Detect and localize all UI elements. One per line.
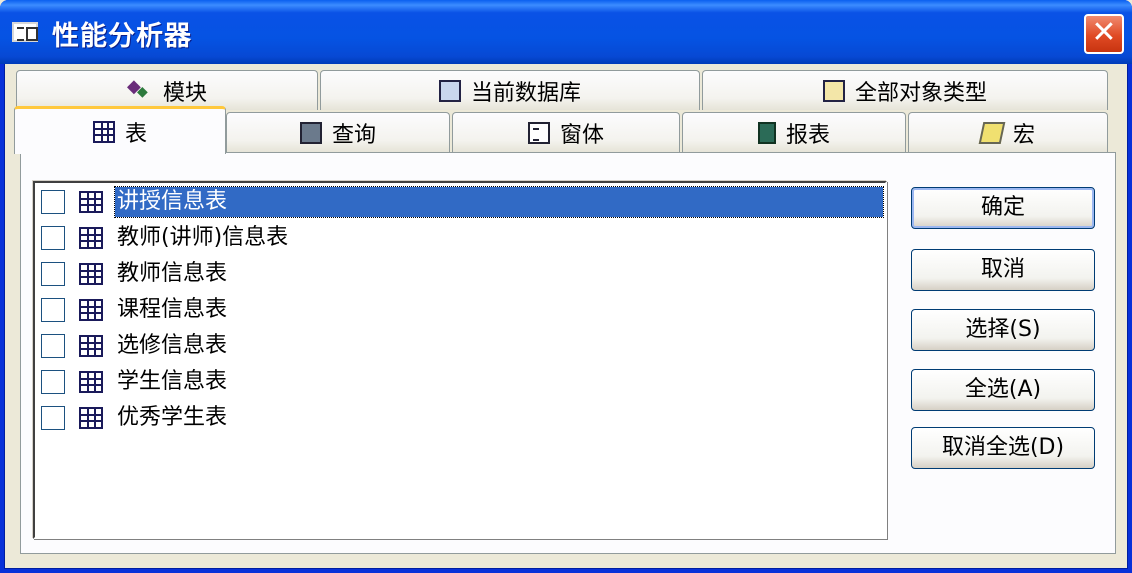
checkbox[interactable]: [41, 370, 65, 394]
database-icon: [438, 79, 461, 102]
tab-reports[interactable]: 报表: [682, 112, 906, 152]
close-button[interactable]: ✕: [1084, 14, 1124, 54]
list-item[interactable]: 学生信息表: [39, 365, 883, 399]
list-item[interactable]: 讲授信息表: [39, 185, 884, 219]
table-icon: [79, 299, 103, 321]
checkbox[interactable]: [41, 226, 65, 250]
tab-label: 查询: [331, 122, 376, 148]
macro-icon: [978, 121, 1006, 144]
list-item[interactable]: 课程信息表: [39, 293, 883, 327]
select-button[interactable]: 选择(S): [911, 309, 1095, 351]
tab-label: 报表: [785, 122, 830, 148]
ok-button[interactable]: 确定: [911, 187, 1095, 229]
tab-macros[interactable]: 宏: [908, 112, 1108, 152]
list-item-label: 课程信息表: [117, 297, 228, 322]
select-all-button[interactable]: 全选(A): [911, 369, 1095, 411]
report-icon: [757, 121, 776, 144]
table-icon: [79, 407, 103, 429]
tab-label: 当前数据库: [470, 80, 581, 106]
table-icon: [79, 263, 103, 285]
window-title: 性能分析器: [52, 21, 192, 52]
performance-analyzer-window: 性能分析器 ✕ 模块 当前数据库 全部对象类型 表 查询 窗体 报表 宏: [0, 0, 1132, 573]
table-icon: [79, 191, 103, 213]
checkbox[interactable]: [41, 298, 65, 322]
object-list[interactable]: 讲授信息表 教师(讲师)信息表 教师信息表 课程信息表 选修信息表 学生信息表 …: [33, 181, 887, 539]
checkbox[interactable]: [41, 190, 65, 214]
query-icon: [299, 121, 322, 144]
tab-queries[interactable]: 查询: [226, 112, 450, 152]
tab-label: 宏: [1012, 122, 1035, 148]
tab-all-object-types[interactable]: 全部对象类型: [702, 70, 1108, 110]
table-icon: [79, 227, 103, 249]
list-item[interactable]: 教师信息表: [39, 257, 883, 291]
table-icon: [79, 335, 103, 357]
deselect-all-button[interactable]: 取消全选(D): [911, 427, 1095, 469]
tab-forms[interactable]: 窗体: [452, 112, 680, 152]
form-icon: [527, 121, 550, 144]
tab-tables[interactable]: 表: [14, 106, 226, 154]
tab-label: 模块: [162, 80, 207, 106]
form-icon: [12, 22, 38, 42]
list-item-label: 教师信息表: [117, 261, 228, 286]
module-icon: [127, 76, 153, 102]
tab-module[interactable]: 模块: [16, 70, 318, 110]
tab-label: 全部对象类型: [854, 80, 987, 106]
checkbox[interactable]: [41, 334, 65, 358]
checkbox[interactable]: [41, 262, 65, 286]
table-icon: [79, 371, 103, 393]
tab-label: 窗体: [559, 122, 604, 148]
list-item-label: 选修信息表: [117, 333, 228, 358]
table-icon: [92, 120, 115, 143]
list-item-label: 讲授信息表: [114, 186, 884, 218]
cancel-button[interactable]: 取消: [911, 249, 1095, 291]
checkbox[interactable]: [41, 406, 65, 430]
list-item[interactable]: 优秀学生表: [39, 401, 883, 435]
all-objects-icon: [822, 79, 845, 102]
tab-current-database[interactable]: 当前数据库: [320, 70, 700, 110]
list-item[interactable]: 教师(讲师)信息表: [39, 221, 883, 255]
list-item-label: 学生信息表: [117, 369, 228, 394]
title-bar[interactable]: 性能分析器 ✕: [0, 0, 1132, 64]
list-item-label: 优秀学生表: [117, 405, 228, 430]
tab-label: 表: [124, 121, 147, 147]
list-item[interactable]: 选修信息表: [39, 329, 883, 363]
tab-panel: 讲授信息表 教师(讲师)信息表 教师信息表 课程信息表 选修信息表 学生信息表 …: [20, 152, 1116, 554]
list-item-label: 教师(讲师)信息表: [117, 225, 289, 250]
